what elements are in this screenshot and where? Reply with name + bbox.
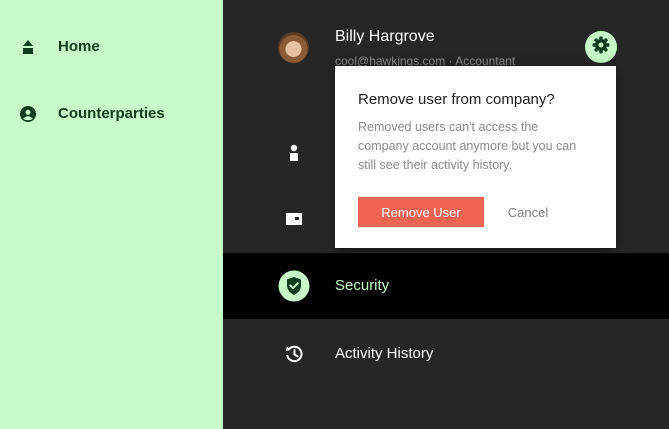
cancel-button[interactable]: Cancel [495,197,561,227]
sidebar-item-counterparties[interactable]: Counterparties [0,94,223,134]
home-icon [20,39,36,55]
person-icon [278,141,310,165]
menu-item-security[interactable]: Security [223,253,669,319]
sidebar-item-label: Home [58,38,100,55]
remove-user-dialog: Remove user from company? Removed users … [335,66,616,248]
menu-item-label: Activity History [335,345,434,362]
menu-item-activity-history[interactable]: Activity History [223,321,669,387]
user-name: Billy Hargrove [335,28,435,45]
sidebar: Home Counterparties [0,0,223,429]
wallet-icon [278,207,310,231]
sidebar-item-home[interactable]: Home [0,27,223,67]
history-icon [278,342,310,366]
avatar [278,32,309,63]
menu-item-label: Security [335,277,390,294]
gear-icon [591,35,611,60]
settings-button[interactable] [585,31,617,63]
sidebar-item-label: Counterparties [58,105,165,122]
remove-user-button[interactable]: Remove User [358,197,484,227]
dialog-title: Remove user from company? [358,91,555,108]
user-circle-icon [20,106,36,122]
shield-check-icon [278,270,310,302]
dialog-body: Removed users can't access the company a… [358,120,577,172]
